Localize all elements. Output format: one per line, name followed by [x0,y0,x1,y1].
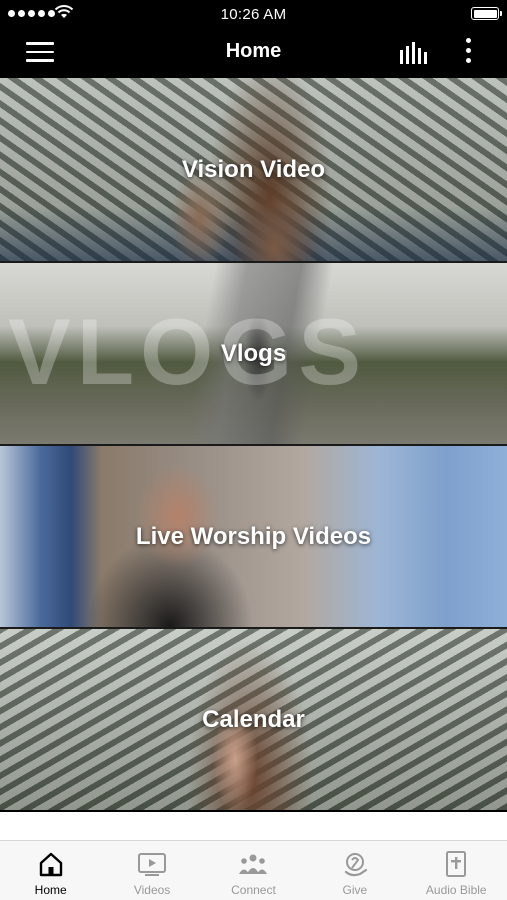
battery-icon [471,7,502,20]
more-options-icon[interactable] [460,38,476,68]
video-icon [138,853,167,876]
bible-icon [446,851,467,877]
home-icon [39,852,62,877]
vlogs-overlay-text: VLOGS [8,299,368,404]
tile-calendar[interactable]: Calendar [0,627,507,810]
people-icon [239,854,268,874]
tile-label: Live Worship Videos [135,522,372,550]
tab-give[interactable]: Give [304,841,405,897]
tab-connect[interactable]: Connect [203,841,304,897]
tab-videos[interactable]: Videos [102,841,203,897]
status-bar: 10:26 AM [0,0,507,28]
tab-label: Videos [133,883,171,897]
tile-label: Vlogs [220,339,287,367]
tile-label: Vision Video [181,155,326,183]
content-tiles: Vision Video VLOGS Vlogs Live Worship Vi… [0,78,507,810]
page-title: Home [225,40,282,62]
tile-vlogs[interactable]: VLOGS Vlogs [0,261,507,444]
navigation-bar: Home [0,28,507,78]
tile-live-worship-videos[interactable]: Live Worship Videos [0,444,507,627]
content-spacer [0,812,507,840]
tab-label: Give [342,883,368,897]
tab-label: Audio Bible [425,883,487,897]
tab-home[interactable]: Home [0,841,101,897]
give-icon [344,853,367,877]
tab-audio-bible[interactable]: Audio Bible [406,841,507,897]
status-time: 10:26 AM [220,6,287,23]
tab-label: Home [34,883,67,897]
tile-label: Calendar [202,705,305,733]
tab-label: Connect [231,883,276,897]
tab-bar: Home Videos Connect Give Audio Bible [0,840,507,900]
audio-bars-icon[interactable] [398,40,430,66]
tile-vision-video[interactable]: Vision Video [0,78,507,261]
